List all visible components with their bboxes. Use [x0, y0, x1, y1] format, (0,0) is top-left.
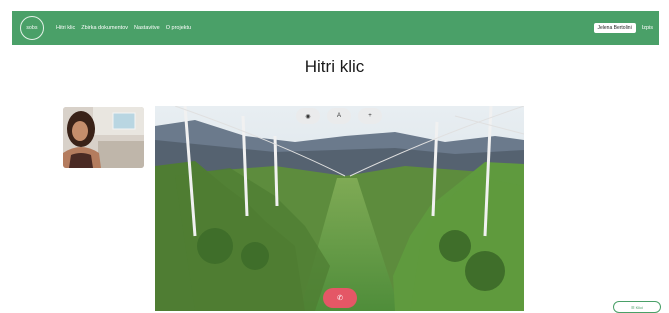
- nav-link-hitri-klic[interactable]: Hitri klic: [56, 25, 75, 31]
- page-title: Hitri klic: [304, 57, 365, 76]
- calls-list-button[interactable]: ☰ Klici: [613, 301, 661, 313]
- hangup-button[interactable]: ✆: [323, 288, 357, 308]
- top-navbar: sobs Hitri klic Zbirka dokumentov Nastav…: [12, 11, 659, 45]
- orchard-video-frame: [155, 106, 524, 311]
- nav-link-o-projektu[interactable]: O projektu: [166, 25, 191, 31]
- logout-link[interactable]: Izpis: [642, 25, 653, 31]
- nav-link-nastavitve[interactable]: Nastavitve: [134, 25, 160, 31]
- nav-right: Jelena Bertolini Izpis: [593, 23, 653, 33]
- add-button[interactable]: +: [358, 108, 382, 124]
- remote-video-stage: [155, 106, 524, 311]
- local-webcam-preview: [63, 107, 144, 168]
- nav-link-zbirka[interactable]: Zbirka dokumentov: [81, 25, 128, 31]
- logo[interactable]: sobs: [20, 16, 44, 40]
- webcam-image: [63, 107, 144, 168]
- user-badge[interactable]: Jelena Bertolini: [593, 23, 636, 33]
- nav-links: Hitri klic Zbirka dokumentov Nastavitve …: [56, 25, 191, 31]
- text-toggle-button[interactable]: A: [327, 108, 351, 124]
- camera-toggle-button[interactable]: ◉: [296, 108, 320, 124]
